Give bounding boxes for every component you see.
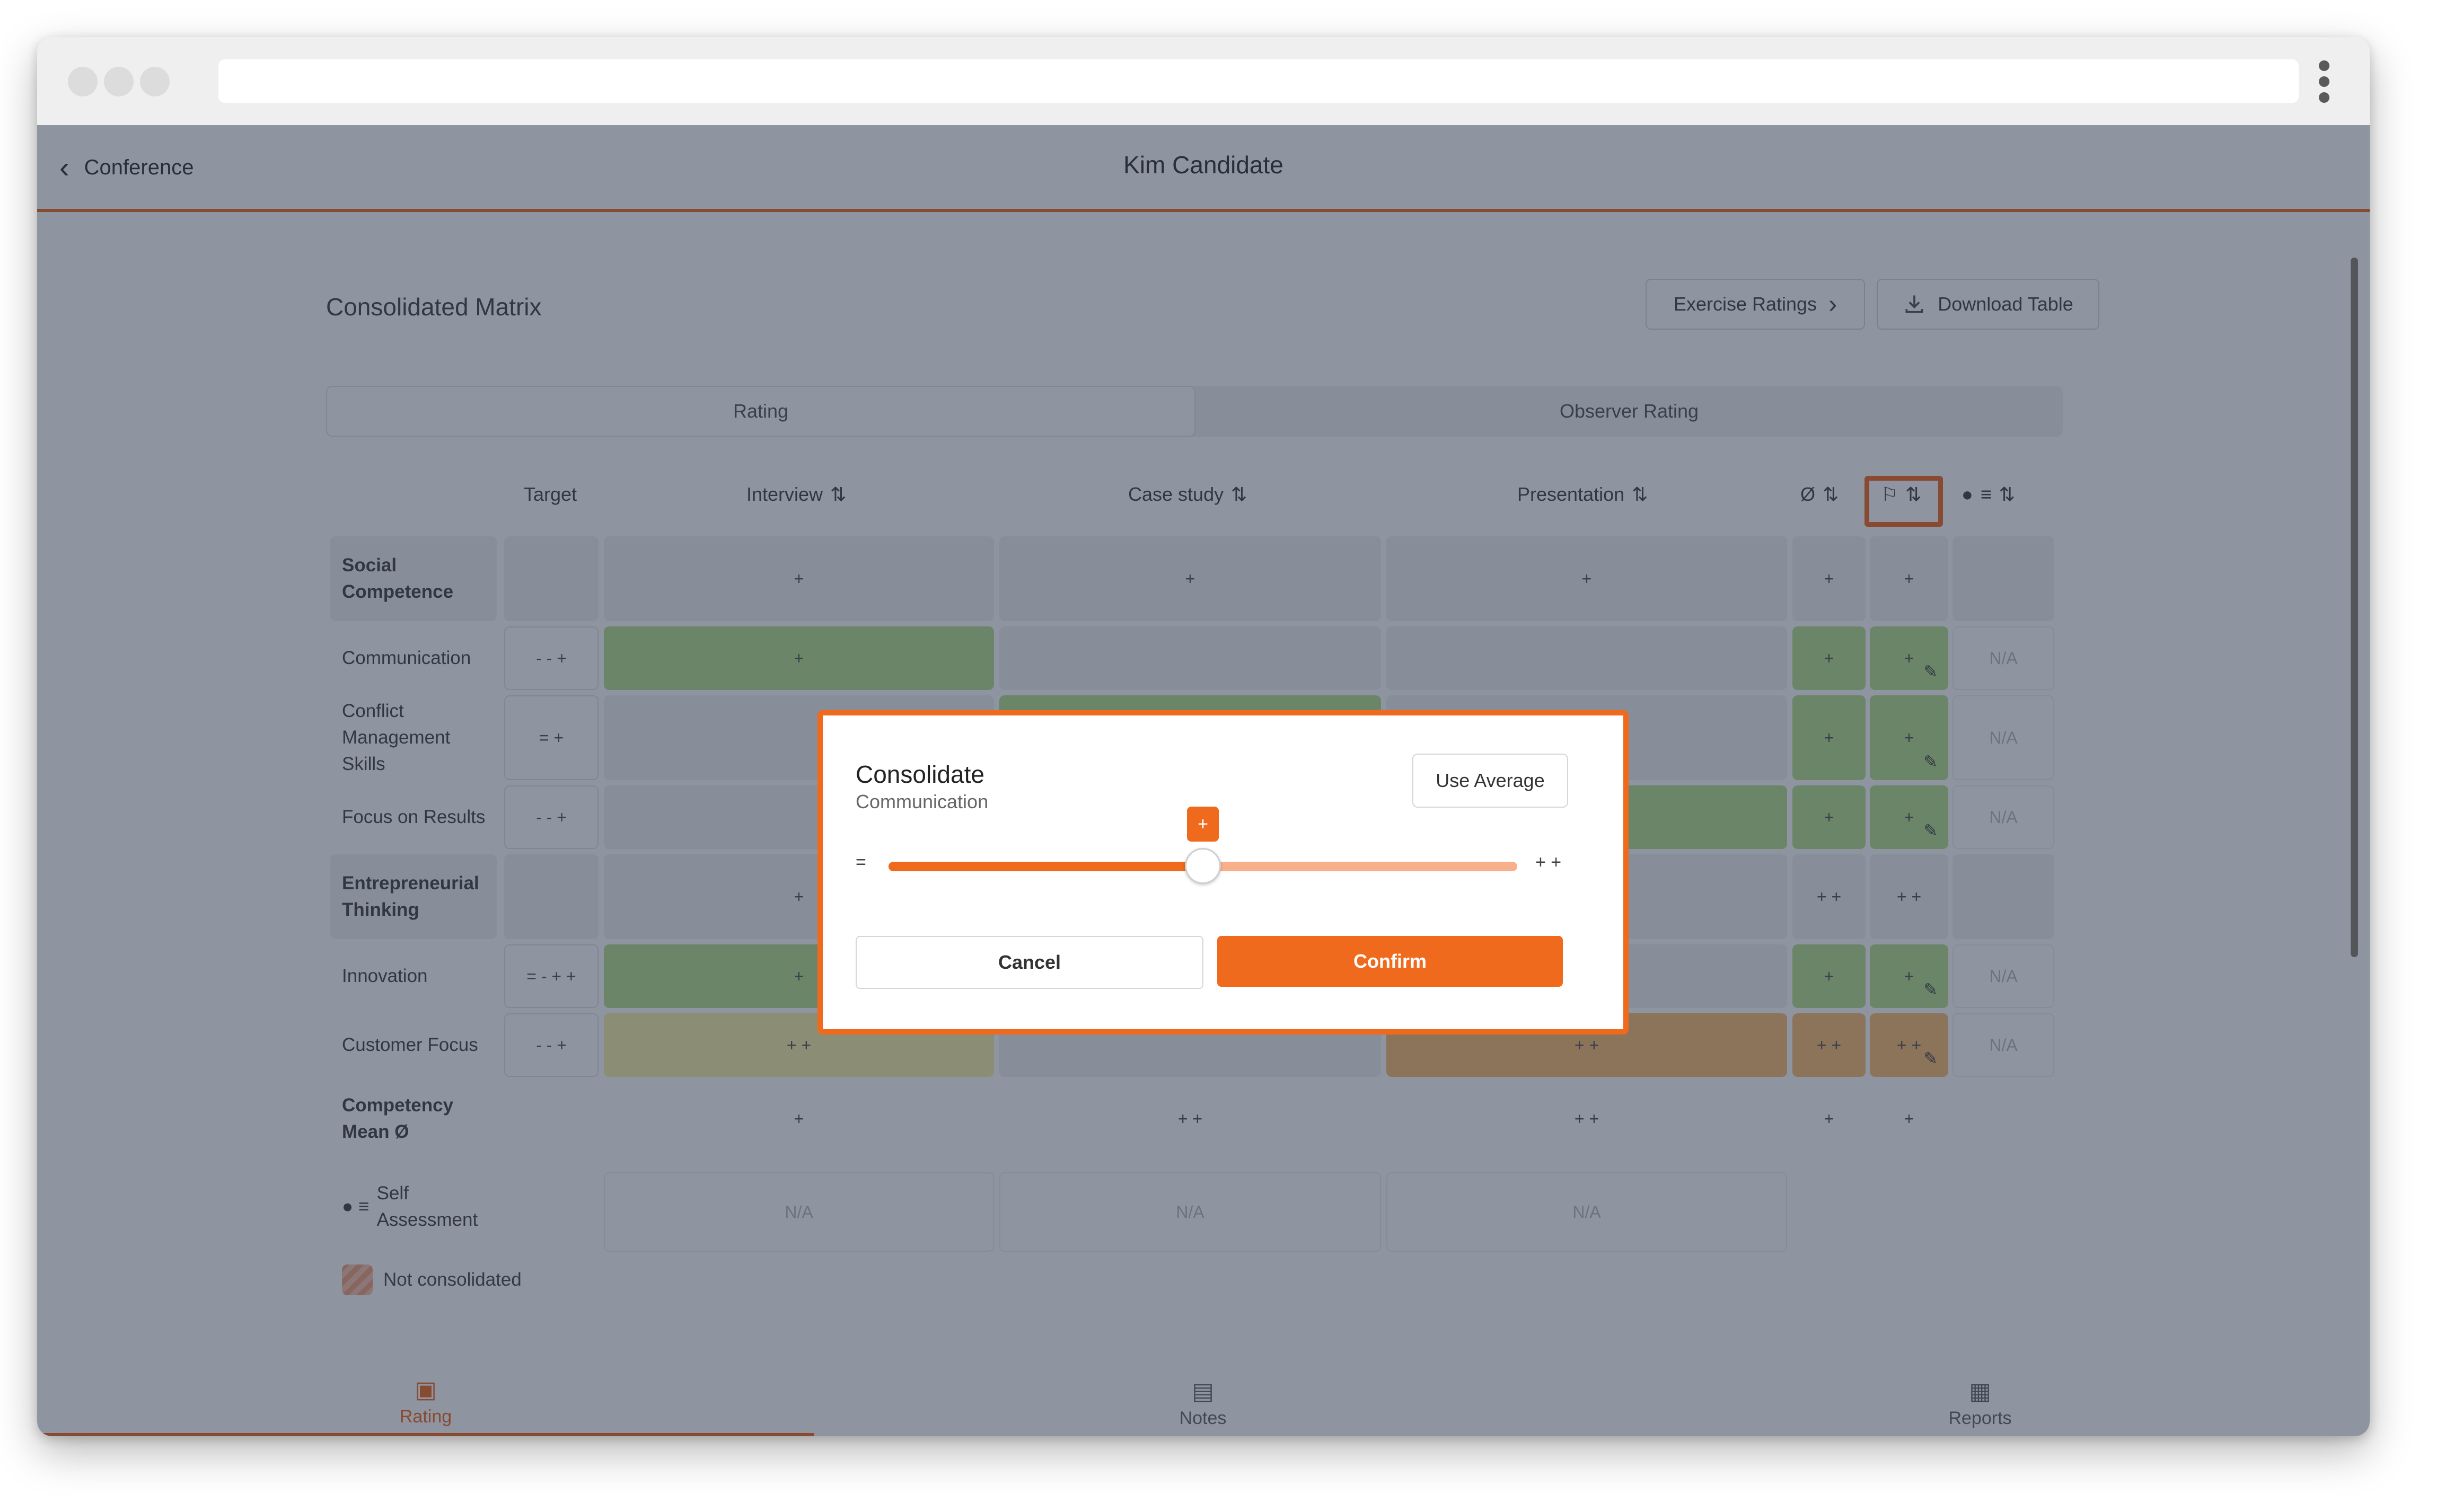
rating-slider-fill bbox=[889, 862, 1203, 871]
app-content: ‹ Conference Kim Candidate Consolidated … bbox=[37, 125, 2370, 1436]
cancel-button[interactable]: Cancel bbox=[856, 936, 1203, 989]
vertical-scrollbar[interactable] bbox=[2351, 258, 2358, 957]
slider-max-label: + + bbox=[1535, 852, 1562, 872]
window-close-dot[interactable] bbox=[68, 67, 98, 96]
use-average-button[interactable]: Use Average bbox=[1412, 754, 1568, 808]
rating-slider-thumb[interactable] bbox=[1185, 848, 1221, 884]
slider-min-label: = bbox=[856, 852, 866, 872]
window-minimize-dot[interactable] bbox=[104, 67, 134, 96]
window-maximize-dot[interactable] bbox=[140, 67, 170, 96]
browser-window: ‹ Conference Kim Candidate Consolidated … bbox=[37, 37, 2370, 1436]
consolidate-dialog: Consolidate Communication Use Average = … bbox=[817, 710, 1629, 1034]
slider-value-tooltip: + bbox=[1187, 807, 1219, 842]
confirm-button[interactable]: Confirm bbox=[1217, 936, 1563, 987]
more-menu-icon[interactable] bbox=[2318, 60, 2330, 103]
dialog-subtitle: Communication bbox=[856, 791, 989, 812]
dialog-title: Consolidate bbox=[856, 761, 984, 788]
address-bar[interactable] bbox=[218, 59, 2299, 103]
browser-chrome bbox=[37, 37, 2370, 125]
